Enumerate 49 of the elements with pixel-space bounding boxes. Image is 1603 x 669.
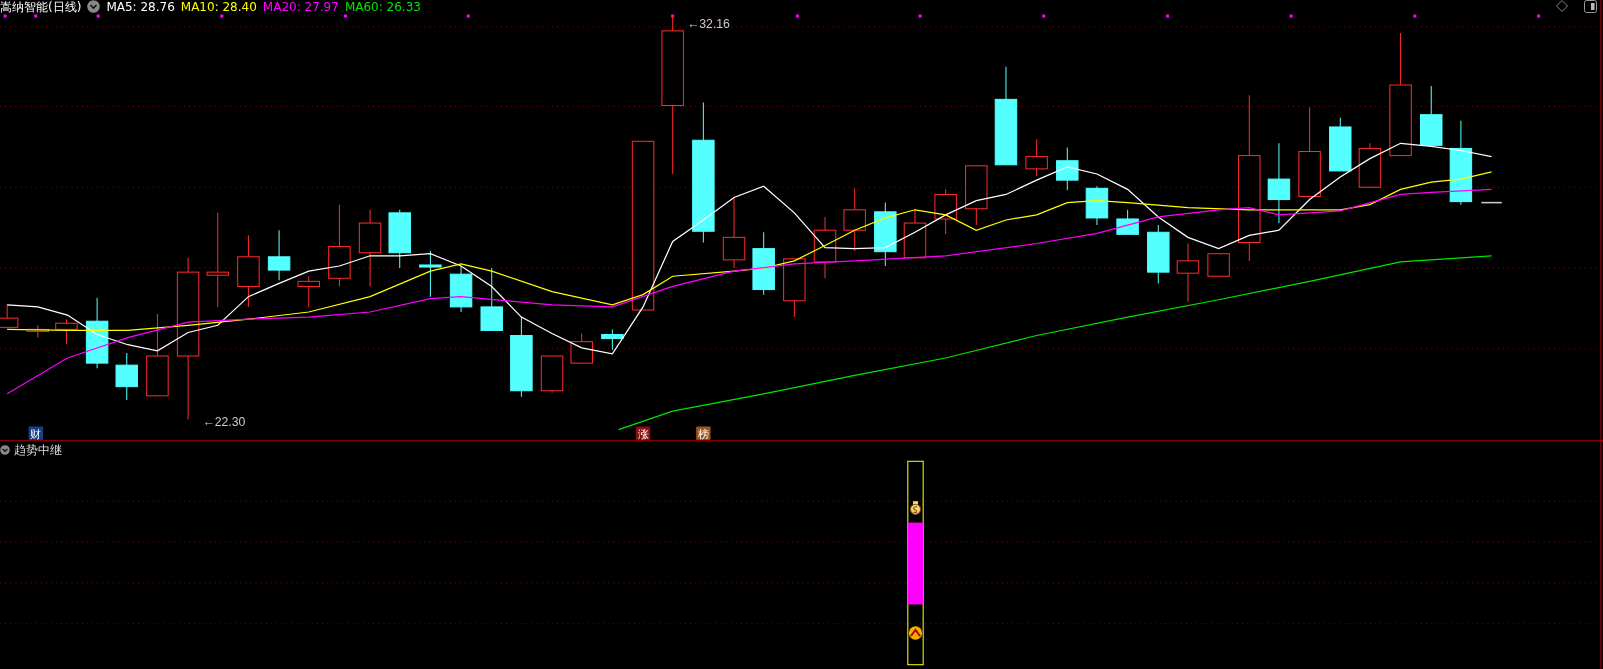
candle xyxy=(1420,85,1443,146)
candle xyxy=(601,328,624,351)
candle xyxy=(1116,209,1139,235)
candle xyxy=(813,216,837,279)
candle xyxy=(783,258,806,318)
candle xyxy=(388,209,411,269)
candle xyxy=(85,297,109,369)
candle xyxy=(26,324,50,339)
event-tag[interactable]: 涨 xyxy=(635,426,651,441)
candle xyxy=(267,229,291,281)
candle xyxy=(1329,117,1352,172)
candle xyxy=(449,265,473,313)
candle xyxy=(0,304,19,328)
candle xyxy=(1358,142,1382,188)
candle xyxy=(752,231,775,296)
panel-toggle-icon[interactable] xyxy=(1584,0,1597,13)
candle xyxy=(1176,243,1200,303)
price-label: ←22.30 xyxy=(202,415,246,430)
dropdown-icon[interactable] xyxy=(0,445,10,455)
ma-legend-label: MA10: 28.40 xyxy=(180,0,257,14)
price-label: ←32.16 xyxy=(687,16,730,31)
candle xyxy=(55,318,78,345)
candle xyxy=(570,332,593,364)
candle xyxy=(934,188,957,235)
candle xyxy=(1025,138,1048,177)
candle xyxy=(1207,253,1230,277)
candle xyxy=(297,275,320,308)
candle xyxy=(115,352,138,401)
indicator-title: 趋势中继 xyxy=(14,443,62,457)
up-chevron-icon xyxy=(908,626,923,640)
money-bag-icon xyxy=(909,501,922,515)
event-tag[interactable]: 榜 xyxy=(696,426,711,441)
candle xyxy=(843,187,866,252)
ma-legend-label: MA20: 27.97 xyxy=(262,0,339,14)
candle xyxy=(903,209,927,259)
chart-title: 嵩纳智能(日线) xyxy=(0,0,82,14)
ma-legend-label: MA5: 28.76 xyxy=(106,0,175,14)
candle xyxy=(874,202,897,267)
candle xyxy=(1085,185,1109,226)
dropdown-icon[interactable] xyxy=(87,0,101,13)
event-tag[interactable]: 财 xyxy=(28,426,43,441)
candle xyxy=(1056,146,1079,191)
ma-legend-label: MA60: 26.33 xyxy=(344,0,421,14)
candle xyxy=(480,267,503,331)
candle xyxy=(1147,224,1170,284)
candle xyxy=(419,250,442,298)
candle xyxy=(540,355,564,394)
candle xyxy=(965,165,988,226)
price-dash xyxy=(1480,201,1503,204)
